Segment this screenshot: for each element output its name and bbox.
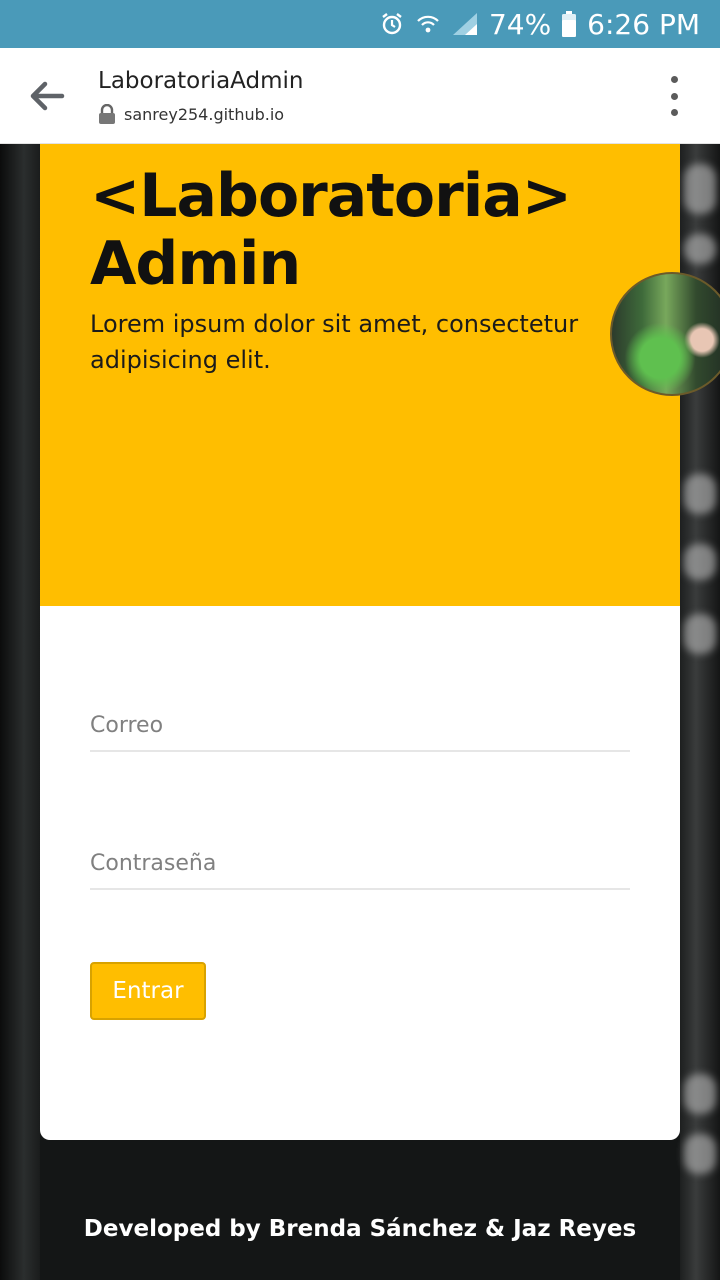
hero-banner: <Laboratoria> Admin Lorem ipsum dolor si… [40, 144, 680, 606]
enter-button[interactable]: Entrar [90, 962, 206, 1020]
back-button[interactable] [22, 74, 72, 118]
more-vert-icon[interactable] [664, 76, 684, 116]
wifi-icon [415, 11, 441, 37]
clock: 6:26 PM [587, 7, 700, 41]
signal-icon [451, 11, 479, 37]
url-text: sanrey254.github.io [124, 104, 285, 124]
back-arrow-icon [30, 81, 65, 111]
battery-icon [561, 10, 577, 38]
email-field[interactable] [90, 700, 630, 752]
alarm-icon [379, 11, 405, 37]
page-title: LaboratoriaAdmin [98, 68, 304, 94]
browser-toolbar: LaboratoriaAdmin sanrey254.github.io [0, 48, 720, 144]
battery-level: 74% [488, 7, 552, 41]
hero-subtitle: Lorem ipsum dolor sit amet, consectetur … [90, 310, 579, 374]
status-bar: 74% 6:26 PM [0, 0, 720, 48]
lock-icon [99, 104, 115, 124]
hero-title-line2: Admin [90, 229, 301, 299]
url-bar[interactable]: sanrey254.github.io [98, 104, 284, 124]
password-field[interactable] [90, 838, 630, 890]
hero-title-line1: <Laboratoria> [90, 161, 572, 231]
status-icons: 74% 6:26 PM [379, 6, 700, 42]
footer-credits: Developed by Brenda Sánchez & Jaz Reyes [83, 1216, 637, 1242]
login-form: Entrar [40, 606, 680, 1140]
background-left [0, 144, 40, 1280]
hero-title: <Laboratoria> Admin [90, 162, 630, 298]
